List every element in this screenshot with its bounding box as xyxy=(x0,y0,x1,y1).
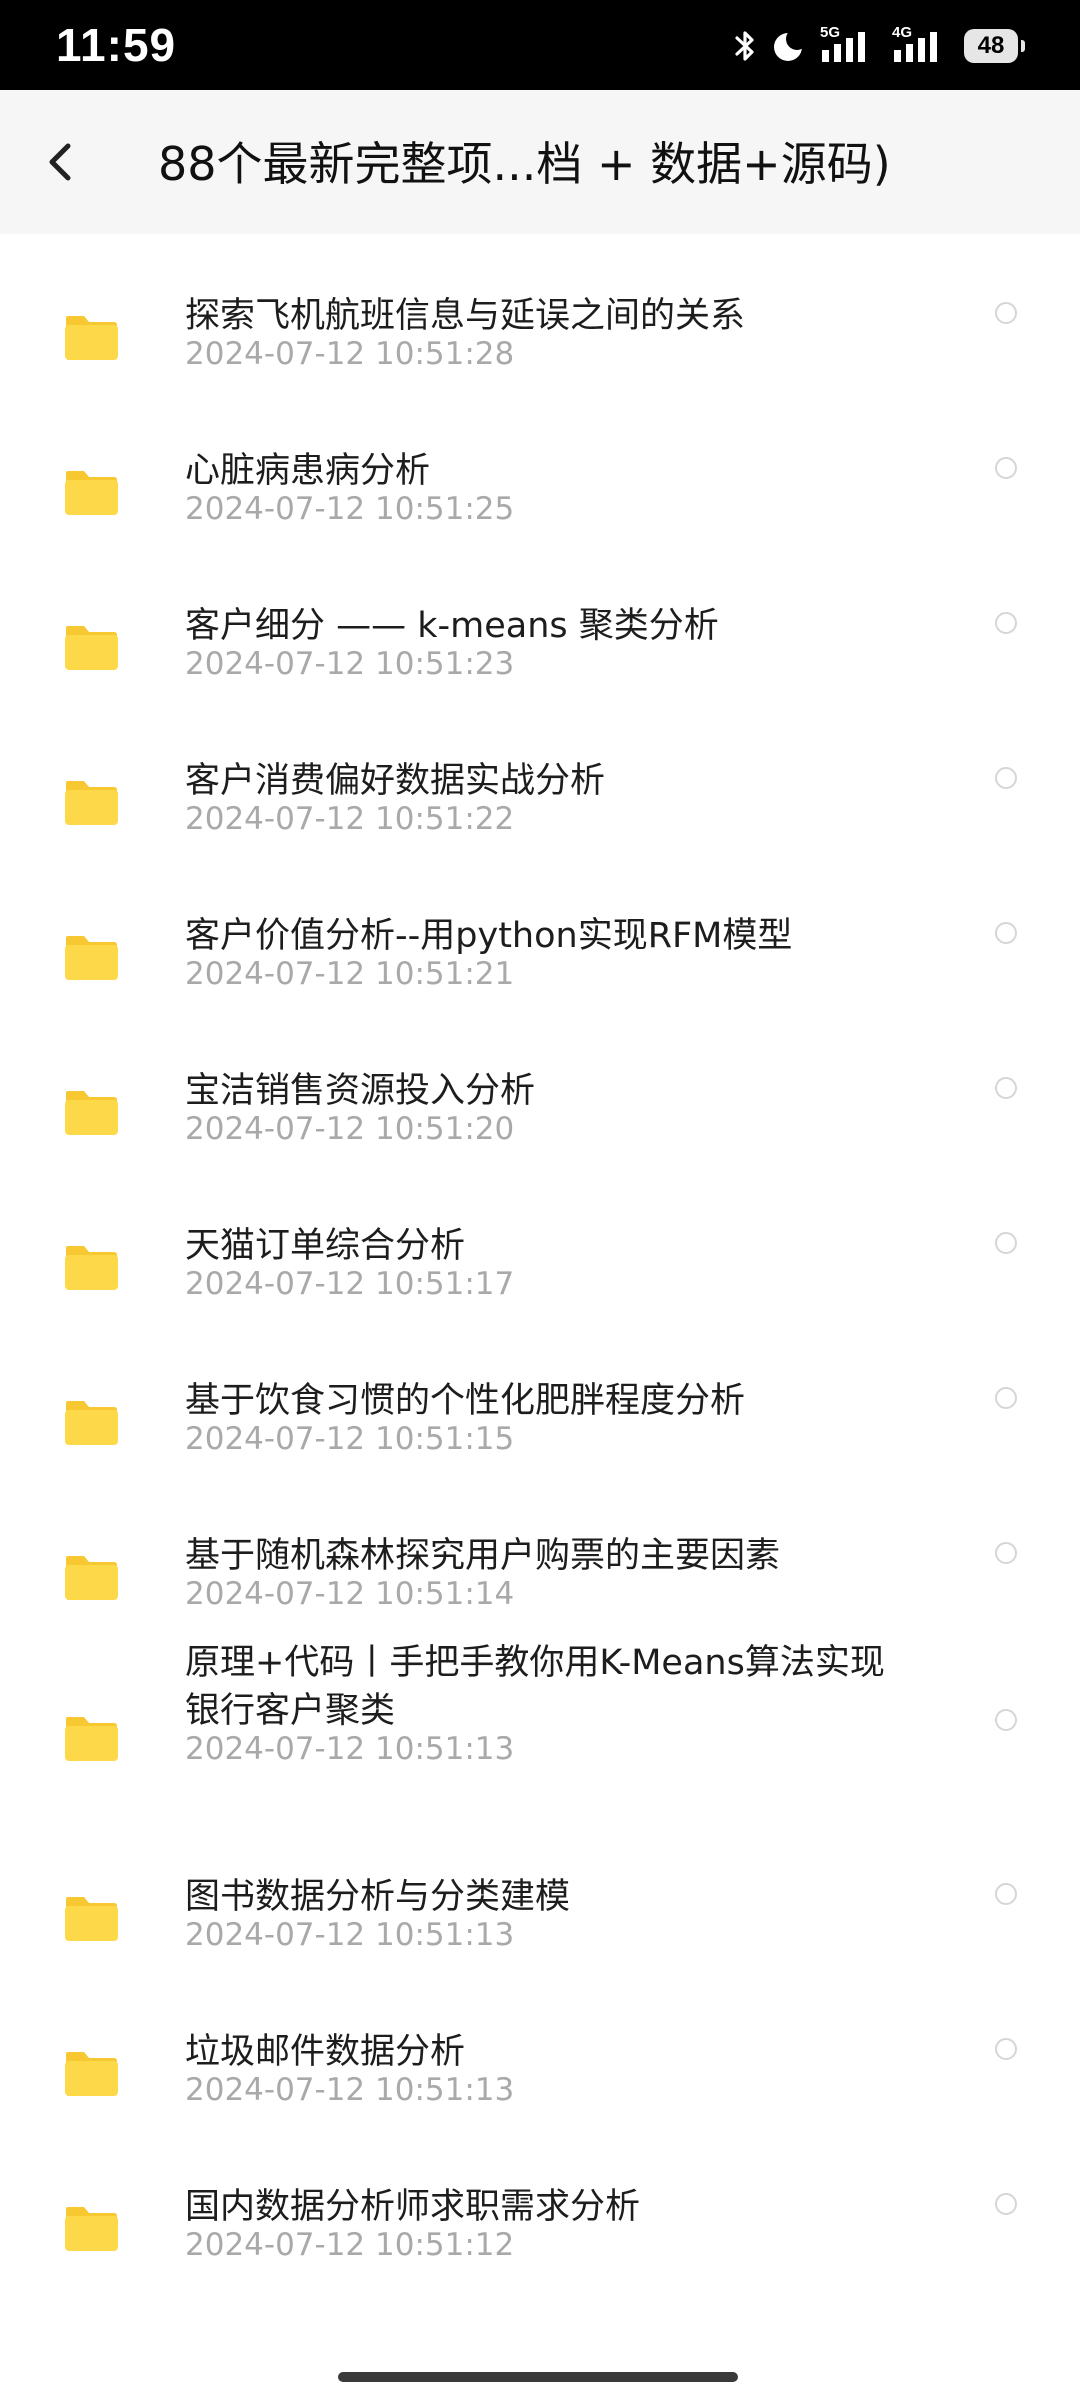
folder-icon xyxy=(65,1897,118,1941)
folder-icon xyxy=(65,1091,118,1135)
battery-indicator: 48 xyxy=(964,29,1025,63)
signal-icon xyxy=(822,32,865,62)
folder-icon xyxy=(65,2052,118,2096)
folder-timestamp: 2024-07-12 10:51:13 xyxy=(185,2072,515,2108)
select-radio[interactable] xyxy=(995,1709,1017,1731)
folder-name: 客户消费偏好数据实战分析 xyxy=(185,761,606,801)
bluetooth-icon xyxy=(735,31,754,61)
select-radio[interactable] xyxy=(995,922,1017,944)
back-button[interactable] xyxy=(36,132,88,192)
moon-icon xyxy=(774,29,806,61)
folder-name: 天猫订单综合分析 xyxy=(185,1226,466,1266)
folder-icon xyxy=(65,1556,118,1600)
folder-timestamp: 2024-07-12 10:51:13 xyxy=(185,1731,515,1767)
status-icons: 5G 4G 48 xyxy=(732,24,1025,66)
folder-name: 图书数据分析与分类建模 xyxy=(185,1877,571,1917)
folder-name: 基于饮食习惯的个性化肥胖程度分析 xyxy=(185,1381,746,1421)
folder-name: 探索飞机航班信息与延误之间的关系 xyxy=(185,296,746,336)
select-radio[interactable] xyxy=(995,1232,1017,1254)
status-time: 11:59 xyxy=(56,19,177,71)
select-radio[interactable] xyxy=(995,302,1017,324)
folder-timestamp: 2024-07-12 10:51:15 xyxy=(185,1421,515,1457)
select-radio[interactable] xyxy=(995,612,1017,634)
select-radio[interactable] xyxy=(995,1387,1017,1409)
folder-name: 原理+代码丨手把手教你用K-Means算法实现 xyxy=(185,1643,885,1683)
folder-name-line2: 银行客户聚类 xyxy=(185,1691,396,1731)
status-bar: 11:59 5G 4G 48 xyxy=(0,0,1080,90)
select-radio[interactable] xyxy=(995,1542,1017,1564)
folder-name: 客户价值分析--用python实现RFM模型 xyxy=(185,916,793,956)
signal-icon xyxy=(894,32,937,62)
folder-icon xyxy=(65,1401,118,1445)
folder-name: 国内数据分析师求职需求分析 xyxy=(185,2187,641,2227)
folder-name: 宝洁销售资源投入分析 xyxy=(185,1071,536,1111)
top-app-bar: 88个最新完整项...档 + 数据+源码) xyxy=(0,90,1080,234)
folder-timestamp: 2024-07-12 10:51:23 xyxy=(185,646,515,682)
folder-icon xyxy=(65,626,118,670)
folder-name: 垃圾邮件数据分析 xyxy=(185,2032,466,2072)
home-indicator[interactable] xyxy=(338,2372,738,2382)
page-title: 88个最新完整项...档 + 数据+源码) xyxy=(158,137,891,191)
folder-timestamp: 2024-07-12 10:51:21 xyxy=(185,956,515,992)
folder-icon xyxy=(65,2207,118,2251)
folder-icon xyxy=(65,936,118,980)
signal-5g: 5G xyxy=(820,24,878,64)
signal-4g: 4G xyxy=(892,24,950,64)
folder-timestamp: 2024-07-12 10:51:25 xyxy=(185,491,515,527)
folder-name: 客户细分 —— k-means 聚类分析 xyxy=(185,606,719,646)
select-radio[interactable] xyxy=(995,1077,1017,1099)
folder-name: 基于随机森林探究用户购票的主要因素 xyxy=(185,1536,781,1576)
select-radio[interactable] xyxy=(995,2193,1017,2215)
folder-icon xyxy=(65,1717,118,1761)
select-radio[interactable] xyxy=(995,1883,1017,1905)
chevron-left-icon xyxy=(49,143,71,181)
select-radio[interactable] xyxy=(995,2038,1017,2060)
folder-timestamp: 2024-07-12 10:51:28 xyxy=(185,336,515,372)
folder-icon xyxy=(65,471,118,515)
select-radio[interactable] xyxy=(995,457,1017,479)
folder-name: 心脏病患病分析 xyxy=(185,451,431,491)
folder-icon xyxy=(65,781,118,825)
folder-timestamp: 2024-07-12 10:51:14 xyxy=(185,1576,515,1612)
folder-icon xyxy=(65,316,118,360)
folder-timestamp: 2024-07-12 10:51:17 xyxy=(185,1266,515,1302)
folder-timestamp: 2024-07-12 10:51:20 xyxy=(185,1111,515,1147)
folder-timestamp: 2024-07-12 10:51:12 xyxy=(185,2227,515,2263)
folder-timestamp: 2024-07-12 10:51:22 xyxy=(185,801,515,837)
folder-icon xyxy=(65,1246,118,1290)
select-radio[interactable] xyxy=(995,767,1017,789)
folder-timestamp: 2024-07-12 10:51:13 xyxy=(185,1917,515,1953)
